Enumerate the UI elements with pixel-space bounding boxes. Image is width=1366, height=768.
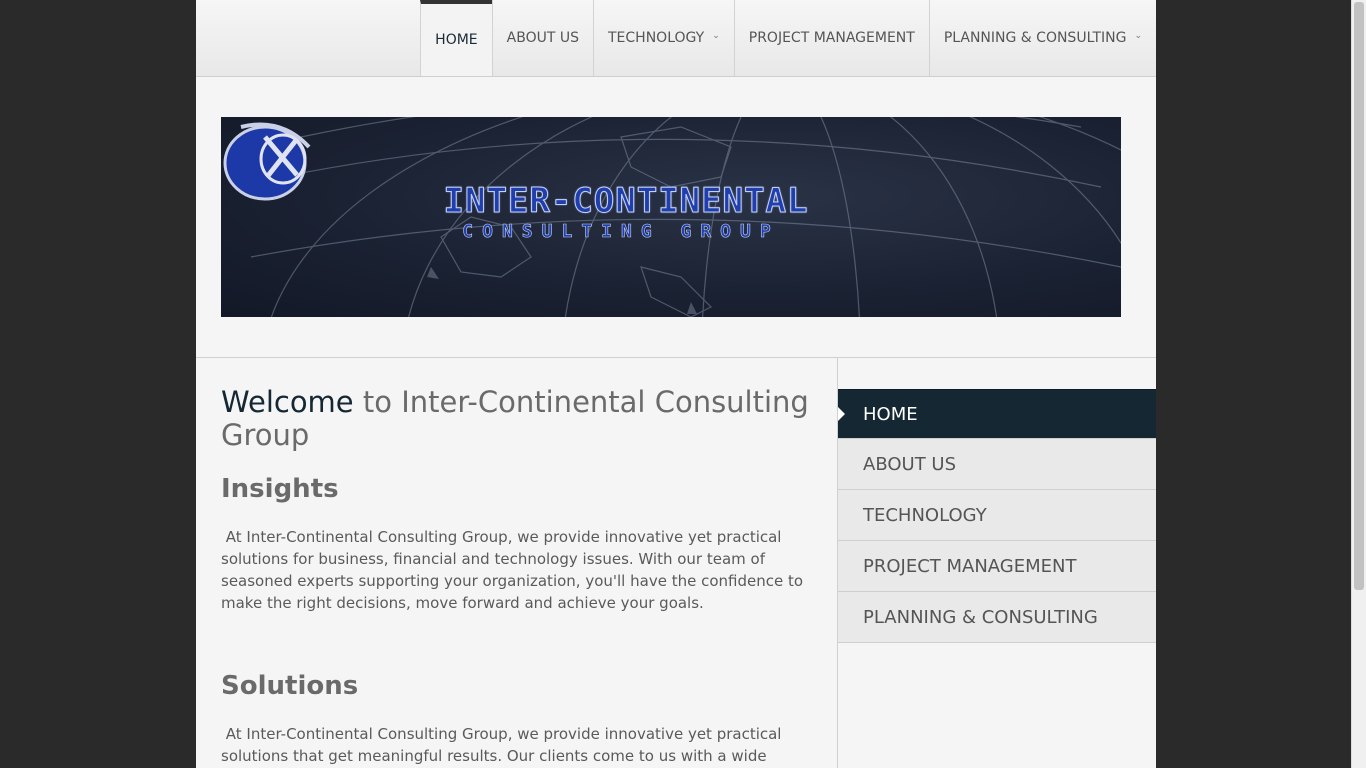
page-container: HOME ABOUT US TECHNOLOGY ⌄ PROJECT MANAGE… [196,0,1156,768]
sidebar-item-planning-consulting[interactable]: PLANNING & CONSULTING [838,592,1156,643]
sidebar-item-technology[interactable]: TECHNOLOGY [838,490,1156,541]
top-nav-project-management[interactable]: PROJECT MANAGEMENT [733,0,929,76]
sidebar-menu: HOME ABOUT US TECHNOLOGY PROJECT MANAGEM… [838,389,1156,643]
chevron-down-icon: ⌄ [1134,31,1142,41]
scrollbar-thumb[interactable] [1354,2,1364,590]
top-nav-label: TECHNOLOGY [608,30,705,46]
top-navigation: HOME ABOUT US TECHNOLOGY ⌄ PROJECT MANAGE… [196,0,1156,77]
sidebar-item-label: TECHNOLOGY [863,504,987,526]
top-nav-label: PROJECT MANAGEMENT [748,30,915,46]
top-nav-label: ABOUT US [506,30,579,46]
sidebar: HOME ABOUT US TECHNOLOGY PROJECT MANAGEM… [837,358,1156,768]
top-nav-planning-consulting[interactable]: PLANNING & CONSULTING ⌄ [928,0,1156,76]
sidebar-item-label: PROJECT MANAGEMENT [863,555,1077,577]
sidebar-item-label: PLANNING & CONSULTING [863,606,1098,628]
logo-title: INTER-CONTINENTAL [443,181,809,222]
solutions-paragraph: At Inter-Continental Consulting Group, w… [221,725,782,765]
globe-logo-icon [223,122,311,201]
top-nav-menu: HOME ABOUT US TECHNOLOGY ⌄ PROJECT MANAGE… [420,0,1156,76]
top-nav-about-us[interactable]: ABOUT US [491,0,593,76]
sidebar-item-home[interactable]: HOME [838,389,1156,439]
sidebar-item-label: ABOUT US [863,453,957,475]
solutions-heading: Solutions [221,671,359,701]
sidebar-item-label: HOME [863,403,918,425]
title-accent: Welcome [221,385,354,419]
chevron-down-icon: ⌄ [712,31,720,41]
top-nav-home[interactable]: HOME [420,0,492,76]
top-nav-label: PLANNING & CONSULTING [943,30,1127,46]
sidebar-item-project-management[interactable]: PROJECT MANAGEMENT [838,541,1156,592]
insights-paragraph: At Inter-Continental Consulting Group, w… [221,528,804,612]
main-content: Welcome to Inter-Continental Consulting … [221,382,811,766]
top-nav-technology[interactable]: TECHNOLOGY ⌄ [593,0,734,76]
sidebar-item-about-us[interactable]: ABOUT US [838,439,1156,490]
vertical-scrollbar[interactable] [1351,0,1366,768]
header-banner: INTER-CONTINENTAL CONSULTING GROUP [221,117,1121,317]
page-title: Welcome to Inter-Continental Consulting … [221,386,811,452]
insights-heading: Insights [221,474,339,504]
logo-subtitle: CONSULTING GROUP [462,221,780,243]
top-nav-label: HOME [435,32,478,48]
